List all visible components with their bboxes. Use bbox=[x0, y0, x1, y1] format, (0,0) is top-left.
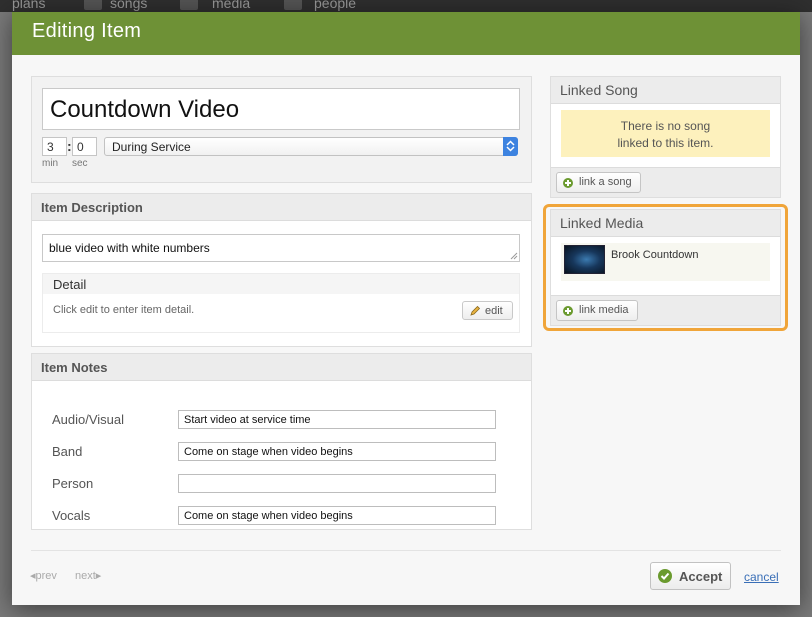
next-link[interactable]: next▸ bbox=[75, 569, 101, 582]
note-input-vocals[interactable]: Come on stage when video begins bbox=[178, 506, 496, 525]
min-label: min bbox=[42, 158, 59, 169]
plus-icon bbox=[563, 306, 573, 316]
item-title-panel: Countdown Video 3 : 0 min sec During Ser… bbox=[31, 76, 532, 183]
note-input-band[interactable]: Come on stage when video begins bbox=[178, 442, 496, 461]
item-title-input[interactable]: Countdown Video bbox=[42, 88, 520, 130]
sec-label: sec bbox=[72, 158, 88, 169]
length-colon: : bbox=[67, 138, 72, 154]
no-song-message: There is no song linked to this item. bbox=[561, 110, 770, 157]
detail-title: Detail bbox=[43, 274, 519, 294]
length-minutes-input[interactable]: 3 bbox=[42, 137, 67, 156]
background-nav-songs: songs bbox=[110, 0, 148, 11]
linked-media-item[interactable]: Brook Countdown bbox=[561, 243, 770, 281]
note-label-person: Person bbox=[52, 476, 94, 491]
no-song-line-2: linked to this item. bbox=[617, 136, 714, 150]
note-input-person[interactable] bbox=[178, 474, 496, 493]
linked-media-footer: link media bbox=[551, 295, 780, 325]
cancel-link[interactable]: cancel bbox=[744, 570, 779, 584]
note-label-band: Band bbox=[52, 444, 83, 459]
note-input-audio-visual[interactable]: Start video at service time bbox=[178, 410, 496, 429]
background-nav-plans: plans bbox=[12, 0, 46, 11]
select-arrows-icon bbox=[503, 137, 518, 156]
linked-song-title: Linked Song bbox=[551, 77, 780, 104]
link-media-button[interactable]: link media bbox=[556, 300, 638, 321]
item-description-panel: Item Description blue video with white n… bbox=[31, 193, 532, 347]
plus-icon bbox=[563, 178, 573, 188]
item-description-input[interactable]: blue video with white numbers bbox=[42, 234, 520, 262]
edit-detail-button[interactable]: edit bbox=[462, 301, 513, 320]
media-thumbnail bbox=[564, 245, 605, 274]
item-notes-title: Item Notes bbox=[32, 354, 531, 381]
detail-text: Click edit to enter item detail. bbox=[53, 304, 195, 316]
link-media-label: link media bbox=[579, 304, 629, 316]
accept-button[interactable]: Accept bbox=[650, 562, 731, 590]
accept-label: Accept bbox=[679, 569, 723, 584]
no-song-line-1: There is no song bbox=[620, 119, 711, 133]
linked-media-title: Linked Media bbox=[551, 210, 780, 237]
detail-box: Detail Click edit to enter item detail. … bbox=[42, 273, 520, 333]
link-song-button[interactable]: link a song bbox=[556, 172, 641, 193]
item-description-title: Item Description bbox=[32, 194, 531, 221]
item-notes-panel: Item Notes Audio/Visual Start video at s… bbox=[31, 353, 532, 530]
people-icon bbox=[284, 0, 302, 10]
songs-icon bbox=[84, 0, 102, 10]
service-position-value: During Service bbox=[112, 140, 191, 154]
modal-title: Editing Item bbox=[12, 12, 800, 55]
note-label-vocals: Vocals bbox=[52, 508, 91, 523]
checkmark-icon bbox=[658, 569, 672, 583]
linked-song-panel: Linked Song There is no song linked to t… bbox=[550, 76, 781, 198]
linked-media-panel: Linked Media Brook Countdown link media bbox=[550, 209, 781, 326]
background-nav-bar: plans songs media people bbox=[0, 0, 812, 12]
pencil-icon bbox=[470, 305, 481, 316]
service-position-select[interactable]: During Service bbox=[104, 137, 518, 156]
media-item-name: Brook Countdown bbox=[611, 249, 699, 261]
background-nav-media: media bbox=[212, 0, 251, 11]
edit-detail-label: edit bbox=[485, 305, 503, 317]
length-seconds-input[interactable]: 0 bbox=[72, 137, 97, 156]
link-song-label: link a song bbox=[579, 176, 632, 188]
background-nav-people: people bbox=[314, 0, 357, 11]
resize-grip-icon[interactable] bbox=[510, 252, 518, 260]
edit-item-modal: Editing Item Countdown Video 3 : 0 min s… bbox=[12, 12, 800, 605]
media-icon bbox=[180, 0, 198, 10]
linked-song-footer: link a song bbox=[551, 167, 780, 197]
item-description-value: blue video with white numbers bbox=[49, 241, 210, 255]
prev-link[interactable]: ◂prev bbox=[30, 569, 57, 582]
footer-divider bbox=[31, 550, 781, 551]
note-label-audio-visual: Audio/Visual bbox=[52, 412, 125, 427]
